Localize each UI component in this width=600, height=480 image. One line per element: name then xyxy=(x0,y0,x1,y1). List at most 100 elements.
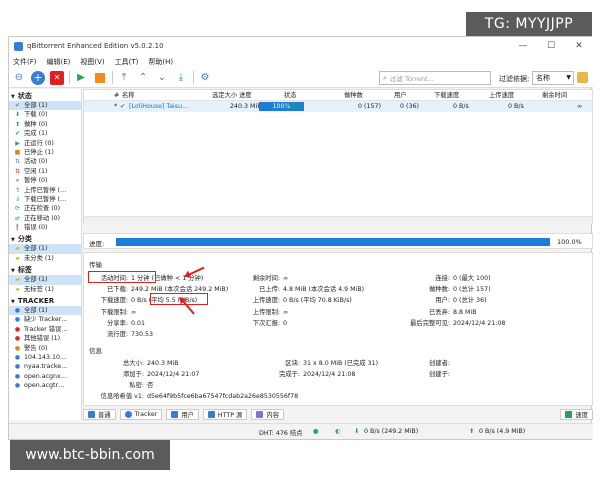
tracker-pin-icon: ● xyxy=(14,325,21,333)
tab-peers[interactable]: 用户 xyxy=(166,409,199,420)
filter-select[interactable]: 名称 ▼ xyxy=(532,71,574,85)
menu-help[interactable]: 帮助(H) xyxy=(148,57,173,67)
sidebar-tag-header[interactable]: ▼ 标签 xyxy=(9,265,81,275)
settings-icon[interactable]: ⚙ xyxy=(198,71,212,85)
wasted-label: 已丢弃: xyxy=(428,309,450,316)
status-item-4[interactable]: ▶ 正运行 (0) xyxy=(9,139,81,148)
tracker-item-0[interactable]: ● 全部 (1) xyxy=(9,306,81,316)
play-icon: ▶ xyxy=(15,139,20,147)
tracker-item-5[interactable]: ● 104.143.10… xyxy=(9,353,81,362)
table-row[interactable]: * ✔ [LoliHouse] Taisu... 240.3 MiB 100% … xyxy=(84,101,592,112)
connection-icon[interactable]: ● xyxy=(313,428,319,435)
upload-total: 0 B/s (4.9 MiB) xyxy=(479,428,526,435)
tracker-item-8[interactable]: ● open.acgtr… xyxy=(9,381,81,390)
tracker-pin-icon: ● xyxy=(14,372,21,380)
status-item-6[interactable]: ⇅ 活动 (0) xyxy=(9,157,81,166)
maximize-button[interactable]: ☐ xyxy=(537,37,565,55)
tab-tracker[interactable]: Tracker xyxy=(119,409,163,420)
bottom-icon[interactable]: ⤓ xyxy=(174,71,188,85)
row-seeds: 0 (157) xyxy=(358,103,381,110)
status-item-10[interactable]: ⇓ 下载已暂停 (… xyxy=(9,195,81,204)
col-seeds[interactable]: 做种数 xyxy=(344,90,363,101)
resume-icon[interactable]: ▶ xyxy=(74,71,88,85)
status-item-1[interactable]: ⬇ 下载 (0) xyxy=(9,110,81,119)
link-icon[interactable]: ⊖ xyxy=(12,71,26,85)
search-input[interactable]: ⌕ 过滤 Torrent... xyxy=(379,71,491,85)
window-title: qBittorrent Enhanced Edition v5.0.2.10 xyxy=(27,42,164,50)
tab-general-label: 普通 xyxy=(98,412,111,419)
category-item-1[interactable]: ▰ 未分类 (1) xyxy=(9,254,81,263)
tab-content[interactable]: 内容 xyxy=(251,409,284,420)
down-icon[interactable]: ⌄ xyxy=(155,71,169,85)
speed-button[interactable]: 速度 xyxy=(560,409,593,420)
tab-general[interactable]: 普通 xyxy=(83,409,116,420)
row-size: 240.3 MiB xyxy=(230,103,262,110)
status-item-11[interactable]: ⟳ 正在检查 (0) xyxy=(9,204,81,213)
col-size[interactable]: 选定大小 xyxy=(212,90,237,101)
reannounce-label: 下次汇报: xyxy=(252,320,280,327)
down-speed-value: 0 B/s xyxy=(131,297,147,304)
category-item-0[interactable]: ▰ 全部 (1) xyxy=(9,244,81,254)
status-item-8[interactable]: ⏸ 暂停 (0) xyxy=(9,176,81,185)
sidebar-status-header[interactable]: ▼ 状态 xyxy=(9,91,81,101)
lock-icon[interactable] xyxy=(577,72,588,83)
menu-view[interactable]: 视图(V) xyxy=(80,57,104,67)
tab-http-sources[interactable]: HTTP 源 xyxy=(202,409,248,420)
horizontal-scrollbar[interactable] xyxy=(84,216,592,224)
pause-icon[interactable] xyxy=(93,71,107,85)
http-icon xyxy=(207,411,215,418)
tag-item-1[interactable]: ▰ 无标签 (1) xyxy=(9,285,81,294)
close-button[interactable]: ✕ xyxy=(565,37,593,55)
tracker-item-label: 警告 (0) xyxy=(24,344,48,352)
col-index[interactable]: # xyxy=(114,90,119,101)
status-item-12[interactable]: ⇄ 正在移动 (0) xyxy=(9,214,81,223)
tag-item-0[interactable]: ▰ 全部 (1) xyxy=(9,275,81,285)
status-item-2[interactable]: ⬆ 做种 (0) xyxy=(9,120,81,129)
status-item-13[interactable]: ❗ 错误 (0) xyxy=(9,223,81,232)
add-icon[interactable]: + xyxy=(31,70,45,85)
tracker-item-label: 其他错误 (1) xyxy=(24,335,61,343)
tracker-item-3[interactable]: ● 其他错误 (1) xyxy=(9,334,81,343)
download-arrow-icon: ⬇ xyxy=(354,428,360,435)
upload-arrow-icon: ⬆ xyxy=(469,428,475,435)
speed-limit-icon[interactable]: ◐ xyxy=(335,428,341,435)
pieces-label: 区块: xyxy=(285,360,300,367)
private-value: 否 xyxy=(147,382,154,389)
tracker-item-1[interactable]: ● 缺少 Tracker… xyxy=(9,315,81,324)
menu-tools[interactable]: 工具(T) xyxy=(115,57,139,67)
status-item-0[interactable]: ✔ 全部 (1) xyxy=(9,101,81,111)
row-name[interactable]: [LoliHouse] Taisu... xyxy=(129,101,188,112)
sidebar-tracker-header[interactable]: ▼ TRACKER xyxy=(9,296,81,306)
sidebar-category-header[interactable]: ▼ 分类 xyxy=(9,234,81,244)
col-status[interactable]: 状态 xyxy=(284,90,297,101)
toolbar-separator xyxy=(193,71,194,84)
tracker-item-2[interactable]: ● Tracker 错误… xyxy=(9,325,81,334)
status-item-3[interactable]: ✔ 完成 (1) xyxy=(9,129,81,138)
toolbar: ⊖ + ✕ ▶ ⤒ ⌃ ⌄ ⤓ ⚙ ⌕ 过滤 Torrent... 过滤依据: … xyxy=(9,68,593,88)
delete-icon[interactable]: ✕ xyxy=(50,70,64,85)
menu-edit[interactable]: 编辑(E) xyxy=(47,57,71,67)
hash-v1-value: d5e64f9b5fce6ba67547fcdab2a26e8530556f78 xyxy=(147,393,299,400)
status-item-label: 已停止 (1) xyxy=(24,148,54,156)
col-progress[interactable]: 进度 xyxy=(239,90,252,101)
folder-icon xyxy=(256,411,264,418)
col-peers[interactable]: 用户 xyxy=(394,90,407,101)
col-up-speed[interactable]: 上传速度 xyxy=(489,90,514,101)
tracker-item-7[interactable]: ● open.acgnx… xyxy=(9,372,81,381)
col-name[interactable]: 名称 xyxy=(122,90,135,101)
status-item-9[interactable]: ⇑ 上传已暂停 (… xyxy=(9,186,81,195)
status-item-7[interactable]: ⇅ 空闲 (1) xyxy=(9,167,81,176)
col-eta[interactable]: 剩余时间 xyxy=(542,90,567,101)
minimize-button[interactable]: — xyxy=(509,37,537,55)
col-down-speed[interactable]: 下载速度 xyxy=(434,90,459,101)
tracker-item-4[interactable]: ● 警告 (0) xyxy=(9,344,81,353)
progress-strip: 进度: 100.0% xyxy=(83,233,593,249)
tracker-item-6[interactable]: ● nyaa.tracke… xyxy=(9,362,81,371)
menu-file[interactable]: 文件(F) xyxy=(13,57,37,67)
top-icon[interactable]: ⤒ xyxy=(117,71,131,85)
tracker-pin-icon: ● xyxy=(14,382,21,390)
row-status: 已完成 xyxy=(284,103,303,110)
tracker-pin-icon: ● xyxy=(14,353,21,361)
up-icon[interactable]: ⌃ xyxy=(136,71,150,85)
status-item-5[interactable]: ■ 已停止 (1) xyxy=(9,148,81,157)
